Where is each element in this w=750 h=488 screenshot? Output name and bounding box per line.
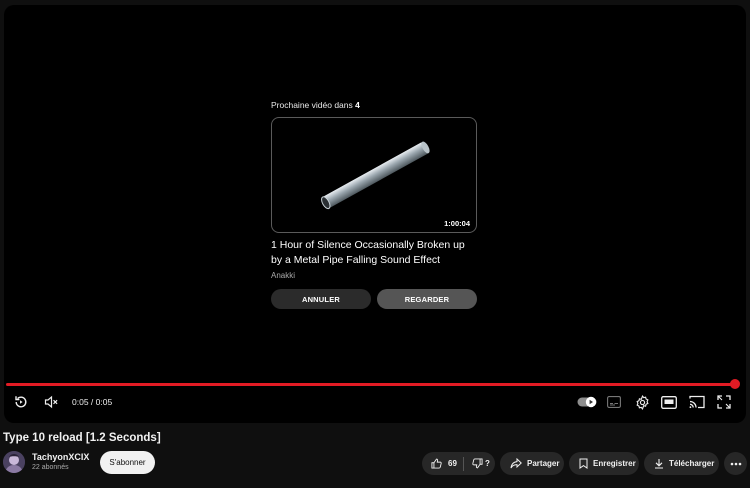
fullscreen-button[interactable] xyxy=(715,393,733,411)
autoplay-toggle[interactable] xyxy=(577,393,597,411)
up-next-endscreen: Prochaine vidéo dans 4 1:00:04 1 Hour of… xyxy=(271,100,477,309)
share-label: Partager xyxy=(527,459,560,468)
like-count: 69 xyxy=(448,459,457,468)
share-icon xyxy=(510,458,522,469)
more-actions-button[interactable] xyxy=(724,452,747,475)
mute-button[interactable] xyxy=(42,393,60,411)
cast-button[interactable] xyxy=(688,393,706,411)
dislike-count: ? xyxy=(485,459,490,468)
time-display: 0:05 / 0:05 xyxy=(72,397,113,407)
download-label: Télécharger xyxy=(669,459,715,468)
up-next-title[interactable]: 1 Hour of Silence Occasionally Broken up… xyxy=(271,238,477,268)
channel-name[interactable]: TachyonXCIX xyxy=(32,452,89,462)
replay-button[interactable] xyxy=(12,393,30,411)
watch-next-button[interactable]: REGARDER xyxy=(377,289,477,309)
autoplay-toggle-icon xyxy=(577,396,597,408)
dislike-icon xyxy=(472,458,483,469)
dislike-button[interactable]: ? xyxy=(464,452,495,475)
share-button[interactable]: Partager xyxy=(500,452,564,475)
up-next-label: Prochaine vidéo dans 4 xyxy=(271,100,477,113)
video-duration-badge: 1:00:04 xyxy=(442,218,472,229)
settings-icon xyxy=(635,394,649,410)
up-next-thumbnail[interactable]: 1:00:04 xyxy=(271,117,477,233)
up-next-countdown: 4 xyxy=(355,100,360,110)
fullscreen-icon xyxy=(717,395,731,409)
subscriber-count: 22 abonnés xyxy=(32,464,69,471)
metal-pipe-image xyxy=(321,141,430,210)
download-button[interactable]: Télécharger xyxy=(644,452,719,475)
save-icon xyxy=(579,458,588,469)
like-button[interactable]: 69 xyxy=(422,452,463,475)
settings-button[interactable] xyxy=(633,393,651,411)
save-button[interactable]: Enregistrer xyxy=(569,452,639,475)
up-next-prefix: Prochaine vidéo dans xyxy=(271,100,353,110)
more-icon xyxy=(730,462,741,465)
cancel-autoplay-button[interactable]: ANNULER xyxy=(271,289,371,309)
theater-mode-button[interactable] xyxy=(660,393,678,411)
progress-scrubber[interactable] xyxy=(730,379,740,389)
subtitles-button[interactable] xyxy=(606,393,622,411)
replay-icon xyxy=(15,396,27,408)
video-title: Type 10 reload [1.2 Seconds] xyxy=(3,432,161,444)
cast-icon xyxy=(689,395,705,409)
save-label: Enregistrer xyxy=(593,459,636,468)
subtitles-icon xyxy=(607,396,621,408)
download-icon xyxy=(654,458,664,469)
up-next-channel: Anakki xyxy=(271,271,296,280)
mute-icon xyxy=(44,395,58,409)
subscribe-button[interactable]: S'abonner xyxy=(100,451,155,474)
like-icon xyxy=(431,458,442,469)
theater-icon xyxy=(661,395,677,409)
channel-avatar[interactable] xyxy=(3,451,25,473)
progress-bar[interactable] xyxy=(6,383,736,386)
avatar-image xyxy=(3,451,25,473)
like-dislike-bar: 69 ? xyxy=(422,452,495,475)
